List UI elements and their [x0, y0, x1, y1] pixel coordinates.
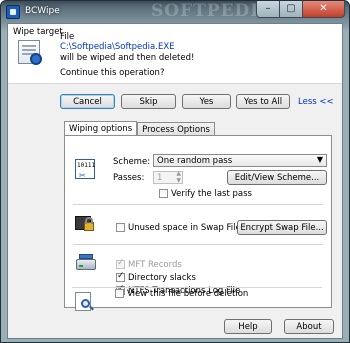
about-button[interactable]: About	[284, 319, 334, 334]
close-button[interactable]: ✕	[303, 1, 345, 18]
less-link[interactable]: Less <<	[298, 97, 334, 107]
passes-value: 1	[157, 173, 163, 183]
ntfs-drive-icon	[75, 253, 97, 275]
view-file-magnifier-icon	[74, 292, 96, 314]
wiping-options-panel: 10111 ✂ Scheme: One random pass ▼ Passes…	[64, 135, 332, 308]
help-button[interactable]: Help	[224, 319, 272, 334]
swap-lock-icon	[75, 213, 97, 235]
directory-slacks-label: Directory slacks	[128, 273, 196, 283]
bcwipe-app-icon	[6, 5, 20, 19]
cancel-button[interactable]: Cancel	[60, 94, 115, 109]
edit-view-scheme-button[interactable]: Edit/View Scheme...	[227, 170, 327, 185]
mft-records-label: MFT Records	[128, 260, 182, 270]
minimize-button[interactable]: –	[256, 1, 280, 18]
file-path-text: C:\Softpedia\Softpedia.EXE	[60, 42, 175, 52]
verify-last-pass-label: Verify the last pass	[171, 189, 252, 199]
continue-question: Continue this operation?	[60, 68, 165, 78]
yes-button[interactable]: Yes	[182, 94, 231, 109]
bcwipe-window: BCWipe SOFTPEDIA – ▢ ✕ Wipe target File …	[0, 0, 350, 343]
unused-swap-label: Unused space in Swap File	[128, 223, 241, 233]
window-controls: – ▢ ✕	[256, 1, 345, 18]
wipe-target-label: Wipe target	[13, 27, 63, 37]
scheme-label: Scheme:	[113, 157, 151, 167]
verify-last-pass-checkbox[interactable]	[159, 189, 168, 198]
encrypt-swap-button[interactable]: Encrypt Swap File...	[237, 220, 327, 235]
passes-stepper: 1 ▲ ▼	[153, 170, 183, 184]
dialog-client-area: Wipe target File C:\Softpedia\Softpedia.…	[7, 23, 343, 339]
title-bar[interactable]: BCWipe SOFTPEDIA – ▢ ✕	[1, 1, 349, 23]
scheme-select[interactable]: One random pass ▼	[153, 154, 327, 167]
view-before-deletion-label: View this file before deletion	[127, 289, 249, 299]
directory-slacks-checkbox[interactable]	[116, 271, 125, 282]
chevron-down-icon: ▼	[316, 155, 323, 164]
stepper-arrows-icon: ▲ ▼	[176, 170, 181, 184]
wipe-warning-text: will be wiped and then deleted!	[60, 53, 195, 63]
tab-wiping-options[interactable]: Wiping options	[64, 121, 138, 136]
file-label: File	[60, 32, 75, 42]
passes-label: Passes:	[113, 173, 145, 183]
tab-process-options[interactable]: Process Options	[137, 122, 215, 136]
maximize-button[interactable]: ▢	[280, 1, 303, 18]
section-divider	[72, 287, 322, 288]
scheme-selected-value: One random pass	[157, 156, 233, 166]
window-title: BCWipe	[25, 6, 60, 16]
yes-to-all-button[interactable]: Yes to All	[236, 94, 290, 109]
section-divider	[73, 204, 323, 205]
mft-records-checkbox	[116, 258, 125, 269]
unused-swap-checkbox[interactable]	[116, 223, 125, 232]
wipe-target-header: Wipe target File C:\Softpedia\Softpedia.…	[8, 24, 342, 84]
options-tab-strip: Wiping options Process Options	[64, 121, 215, 136]
view-before-deletion-checkbox[interactable]	[115, 289, 124, 298]
section-divider	[73, 244, 323, 245]
file-wipe-icon	[18, 40, 42, 65]
skip-button[interactable]: Skip	[121, 94, 176, 109]
binary-scheme-icon: 10111 ✂	[75, 159, 95, 180]
